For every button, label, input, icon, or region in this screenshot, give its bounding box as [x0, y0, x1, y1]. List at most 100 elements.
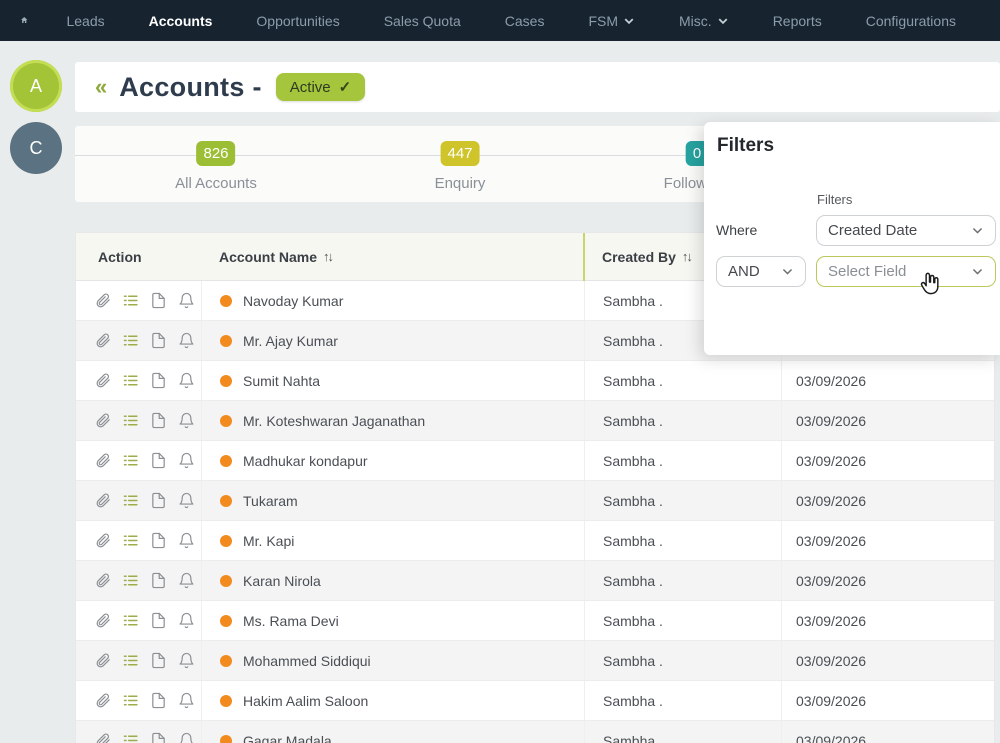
bell-icon[interactable]: [178, 292, 195, 309]
nav-item-cases[interactable]: Cases: [505, 13, 545, 29]
paperclip-icon[interactable]: [94, 732, 111, 743]
checklist-icon[interactable]: [122, 652, 139, 669]
filter-value-select[interactable]: Select Field: [816, 256, 996, 287]
table-row[interactable]: Gagar Madala Sambha . 03/09/2026: [76, 721, 994, 743]
collapse-back-icon[interactable]: «: [95, 76, 107, 98]
checklist-icon[interactable]: [122, 492, 139, 509]
table-row[interactable]: Ms. Rama Devi Sambha . 03/09/2026: [76, 601, 994, 641]
checklist-icon[interactable]: [122, 692, 139, 709]
paperclip-icon[interactable]: [94, 332, 111, 349]
bell-icon[interactable]: [178, 532, 195, 549]
nav-item-configurations[interactable]: Configurations: [866, 13, 956, 29]
paperclip-icon[interactable]: [94, 372, 111, 389]
bell-icon[interactable]: [178, 412, 195, 429]
table-row[interactable]: Karan Nirola Sambha . 03/09/2026: [76, 561, 994, 601]
checklist-icon[interactable]: [122, 572, 139, 589]
stat-all-accounts[interactable]: 826 All Accounts: [175, 126, 257, 192]
nav-item-fsm[interactable]: FSM: [588, 13, 635, 29]
account-name-cell[interactable]: Madhukar kondapur: [201, 441, 584, 480]
checklist-icon[interactable]: [122, 372, 139, 389]
account-name-cell[interactable]: Sumit Nahta: [201, 361, 584, 400]
nav-item-accounts[interactable]: Accounts: [149, 13, 213, 29]
account-name-cell[interactable]: Mr. Ajay Kumar: [201, 321, 584, 360]
account-name-cell[interactable]: Ms. Rama Devi: [201, 601, 584, 640]
checklist-icon[interactable]: [122, 732, 139, 743]
filter-field-select[interactable]: Created Date: [816, 215, 996, 246]
nav-item-reports[interactable]: Reports: [773, 13, 822, 29]
column-header-account-name[interactable]: Account Name ↑↓: [201, 249, 584, 265]
bell-icon[interactable]: [178, 732, 195, 743]
bell-icon[interactable]: [178, 452, 195, 469]
check-icon: ✓: [339, 78, 352, 96]
filter-operator-value: AND: [728, 263, 760, 280]
file-icon[interactable]: [150, 532, 167, 549]
checklist-icon[interactable]: [122, 292, 139, 309]
account-name-cell[interactable]: Hakim Aalim Saloon: [201, 681, 584, 720]
account-name-cell[interactable]: Mr. Kapi: [201, 521, 584, 560]
checklist-icon[interactable]: [122, 452, 139, 469]
bell-icon[interactable]: [178, 572, 195, 589]
file-icon[interactable]: [150, 412, 167, 429]
bell-icon[interactable]: [178, 652, 195, 669]
nav-item-misc[interactable]: Misc.: [679, 13, 729, 29]
file-icon[interactable]: [150, 572, 167, 589]
paperclip-icon[interactable]: [94, 492, 111, 509]
account-name-cell[interactable]: Navoday Kumar: [201, 281, 584, 320]
paperclip-icon[interactable]: [94, 532, 111, 549]
paperclip-icon[interactable]: [94, 412, 111, 429]
created-by-cell: Sambha .: [584, 361, 781, 400]
account-name-cell[interactable]: Gagar Madala: [201, 721, 584, 743]
paperclip-icon[interactable]: [94, 692, 111, 709]
table-row[interactable]: Mohammed Siddiqui Sambha . 03/09/2026: [76, 641, 994, 681]
file-icon[interactable]: [150, 692, 167, 709]
bell-icon[interactable]: [178, 332, 195, 349]
filter-value-placeholder: Select Field: [828, 263, 906, 280]
bell-icon[interactable]: [178, 692, 195, 709]
bell-icon[interactable]: [178, 612, 195, 629]
paperclip-icon[interactable]: [94, 612, 111, 629]
checklist-icon[interactable]: [122, 412, 139, 429]
file-icon[interactable]: [150, 612, 167, 629]
nav-item-sales-quota[interactable]: Sales Quota: [384, 13, 461, 29]
home-icon[interactable]: [20, 11, 28, 31]
bell-icon[interactable]: [178, 492, 195, 509]
avatar-c[interactable]: C: [10, 122, 62, 174]
account-name-cell[interactable]: Tukaram: [201, 481, 584, 520]
table-row[interactable]: Madhukar kondapur Sambha . 03/09/2026: [76, 441, 994, 481]
checklist-icon[interactable]: [122, 612, 139, 629]
table-row[interactable]: Mr. Koteshwaran Jaganathan Sambha . 03/0…: [76, 401, 994, 441]
account-name-cell[interactable]: Mohammed Siddiqui: [201, 641, 584, 680]
file-icon[interactable]: [150, 292, 167, 309]
table-row[interactable]: Hakim Aalim Saloon Sambha . 03/09/2026: [76, 681, 994, 721]
nav-item-leads[interactable]: Leads: [66, 13, 104, 29]
table-row[interactable]: Sumit Nahta Sambha . 03/09/2026: [76, 361, 994, 401]
paperclip-icon[interactable]: [94, 652, 111, 669]
account-name-cell[interactable]: Mr. Koteshwaran Jaganathan: [201, 401, 584, 440]
page-header: « Accounts - Active ✓: [75, 62, 1000, 112]
sort-icon[interactable]: ↑↓: [323, 249, 332, 264]
checklist-icon[interactable]: [122, 332, 139, 349]
status-badge-active[interactable]: Active ✓: [276, 73, 365, 101]
checklist-icon[interactable]: [122, 532, 139, 549]
table-row[interactable]: Mr. Kapi Sambha . 03/09/2026: [76, 521, 994, 561]
status-dot-icon: [220, 335, 232, 347]
paperclip-icon[interactable]: [94, 292, 111, 309]
file-icon[interactable]: [150, 372, 167, 389]
bell-icon[interactable]: [178, 372, 195, 389]
stat-enquiry[interactable]: 447 Enquiry: [435, 126, 486, 192]
file-icon[interactable]: [150, 652, 167, 669]
nav-item-opportunities[interactable]: Opportunities: [256, 13, 339, 29]
avatar-a[interactable]: A: [10, 60, 62, 112]
created-date-cell: 03/09/2026: [781, 561, 994, 600]
file-icon[interactable]: [150, 452, 167, 469]
paperclip-icon[interactable]: [94, 572, 111, 589]
row-actions-cell: [76, 412, 201, 429]
filter-operator-select[interactable]: AND: [716, 256, 806, 287]
table-row[interactable]: Tukaram Sambha . 03/09/2026: [76, 481, 994, 521]
file-icon[interactable]: [150, 732, 167, 743]
account-name-cell[interactable]: Karan Nirola: [201, 561, 584, 600]
sort-icon[interactable]: ↑↓: [682, 249, 691, 264]
paperclip-icon[interactable]: [94, 452, 111, 469]
file-icon[interactable]: [150, 332, 167, 349]
file-icon[interactable]: [150, 492, 167, 509]
